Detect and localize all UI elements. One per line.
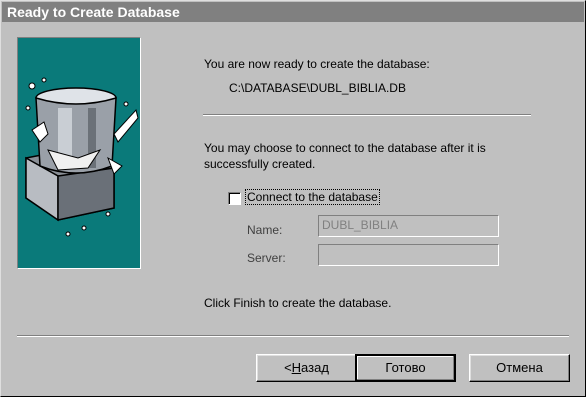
- wizard-window: Ready to Create Database You are now rea…: [0, 0, 586, 397]
- finish-button[interactable]: Готово: [355, 354, 456, 382]
- window-title: Ready to Create Database: [2, 2, 584, 22]
- server-field[interactable]: [318, 244, 499, 266]
- name-field[interactable]: DUBL_BIBLIA: [318, 215, 499, 237]
- name-label: Name:: [247, 223, 283, 237]
- back-arrow: <: [284, 360, 292, 375]
- separator-bottom: [17, 335, 569, 337]
- database-path: C:\DATABASE\DUBL_BIBLIA.DB: [229, 81, 406, 95]
- connect-info-line1: You may choose to connect to the databas…: [204, 141, 486, 155]
- database-barrel-art: [17, 37, 141, 269]
- cancel-button[interactable]: Отмена: [469, 354, 570, 382]
- ready-text: You are now ready to create the database…: [204, 57, 430, 71]
- back-label: азад: [301, 360, 329, 375]
- separator-top: [203, 114, 531, 116]
- back-button[interactable]: <Назад: [256, 354, 357, 382]
- connect-checkbox[interactable]: [228, 192, 241, 205]
- connect-info-line2: successfully created.: [204, 157, 316, 171]
- finish-text: Click Finish to create the database.: [204, 296, 392, 310]
- connect-checkbox-label[interactable]: Connect to the database: [245, 189, 380, 205]
- back-mnemonic: Н: [291, 360, 302, 375]
- server-label: Server:: [247, 251, 286, 265]
